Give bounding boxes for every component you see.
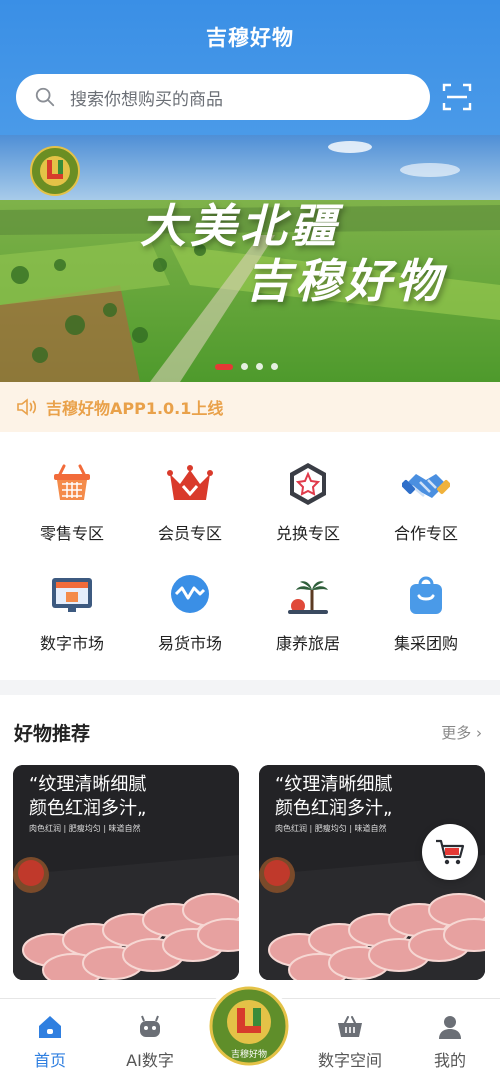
- carousel-dot[interactable]: [256, 363, 263, 370]
- card-tags: 肉色红润 | 肥瘦均匀 | 味道自然: [29, 824, 141, 833]
- category-label: 兑换专区: [275, 524, 340, 543]
- carousel-dot-active[interactable]: [215, 363, 233, 370]
- chevron-right-icon: ›: [476, 724, 482, 742]
- scan-icon[interactable]: [442, 82, 472, 112]
- basket-tab-icon: [338, 1016, 362, 1037]
- category-wellness-travel[interactable]: 康养旅居: [248, 570, 368, 654]
- tab-label: 首页: [33, 1051, 66, 1070]
- more-link[interactable]: 更多 ›: [441, 722, 482, 743]
- tab-digital-space[interactable]: 数字空间: [300, 1013, 400, 1071]
- announcement-bar[interactable]: 吉穆好物APP1.0.1上线: [0, 382, 500, 432]
- category-label: 数字市场: [39, 634, 104, 653]
- home-icon: [39, 1016, 61, 1038]
- center-logo-button[interactable]: 吉穆好物: [205, 982, 293, 1070]
- carousel-indicator: [215, 363, 278, 370]
- category-exchange-zone[interactable]: 兑换专区: [248, 460, 368, 544]
- category-barter-market[interactable]: 易货市场: [130, 570, 250, 654]
- category-label: 零售专区: [39, 524, 104, 543]
- category-retail[interactable]: 零售专区: [12, 460, 132, 544]
- speaker-icon: [17, 398, 37, 416]
- card-headline: “纹理清晰细腻 颜色红润多汁„: [29, 774, 147, 819]
- category-label: 会员专区: [157, 524, 222, 543]
- tab-profile[interactable]: 我的: [400, 1013, 500, 1071]
- basket-icon: [54, 464, 90, 500]
- tab-label: AI数字: [126, 1051, 174, 1070]
- shopping-bag-icon: [410, 576, 442, 614]
- search-icon: [35, 87, 55, 107]
- category-group-buy[interactable]: 集采团购: [366, 570, 486, 654]
- announcement-text: 吉穆好物APP1.0.1上线: [46, 399, 224, 418]
- banner-headline-2: 吉穆好物: [245, 254, 445, 308]
- user-icon: [439, 1016, 461, 1039]
- star-badge-icon: [290, 463, 326, 505]
- carousel-dot[interactable]: [271, 363, 278, 370]
- category-label: 合作专区: [393, 524, 458, 543]
- category-label: 易货市场: [157, 634, 222, 653]
- exchange-icon: [171, 575, 209, 613]
- handshake-icon: [402, 474, 450, 498]
- tab-label: 我的: [433, 1051, 466, 1070]
- card-headline: “纹理清晰细腻 颜色红润多汁„: [275, 774, 393, 819]
- tab-ai-digital[interactable]: AI数字: [100, 1013, 200, 1071]
- cart-button[interactable]: [422, 824, 478, 880]
- search-placeholder: 搜索你想购买的商品: [70, 89, 223, 110]
- category-digital-market[interactable]: 数字市场: [12, 570, 132, 654]
- brand-logo-icon: [30, 146, 80, 196]
- category-label: 康养旅居: [275, 634, 340, 653]
- monitor-store-icon: [52, 578, 92, 612]
- tab-home[interactable]: 首页: [0, 1013, 100, 1071]
- category-member[interactable]: 会员专区: [130, 460, 250, 544]
- carousel-dot[interactable]: [241, 363, 248, 370]
- crown-icon: [167, 465, 213, 500]
- tab-label: 数字空间: [317, 1051, 382, 1070]
- promo-banner[interactable]: 大美北疆 吉穆好物: [0, 135, 500, 382]
- section-title: 好物推荐: [14, 723, 91, 745]
- category-cooperation[interactable]: 合作专区: [366, 460, 486, 544]
- palm-island-icon: [288, 581, 328, 614]
- product-card[interactable]: “纹理清晰细腻 颜色红润多汁„ 肉色红润 | 肥瘦均匀 | 味道自然: [13, 765, 239, 980]
- search-input[interactable]: 搜索你想购买的商品: [16, 74, 430, 120]
- more-link-label: 更多: [441, 724, 472, 742]
- category-label: 集采团购: [393, 634, 458, 653]
- cart-icon: [436, 839, 465, 865]
- center-logo-text: 吉穆好物: [231, 1048, 267, 1060]
- app-title: 吉穆好物: [206, 26, 294, 50]
- card-tags: 肉色红润 | 肥瘦均匀 | 味道自然: [275, 824, 387, 833]
- robot-icon: [140, 1015, 160, 1037]
- category-grid: 零售专区 会员专区 兑换专区 合作专区 数字市场 易货市场 康养旅居 集采团购: [0, 432, 500, 680]
